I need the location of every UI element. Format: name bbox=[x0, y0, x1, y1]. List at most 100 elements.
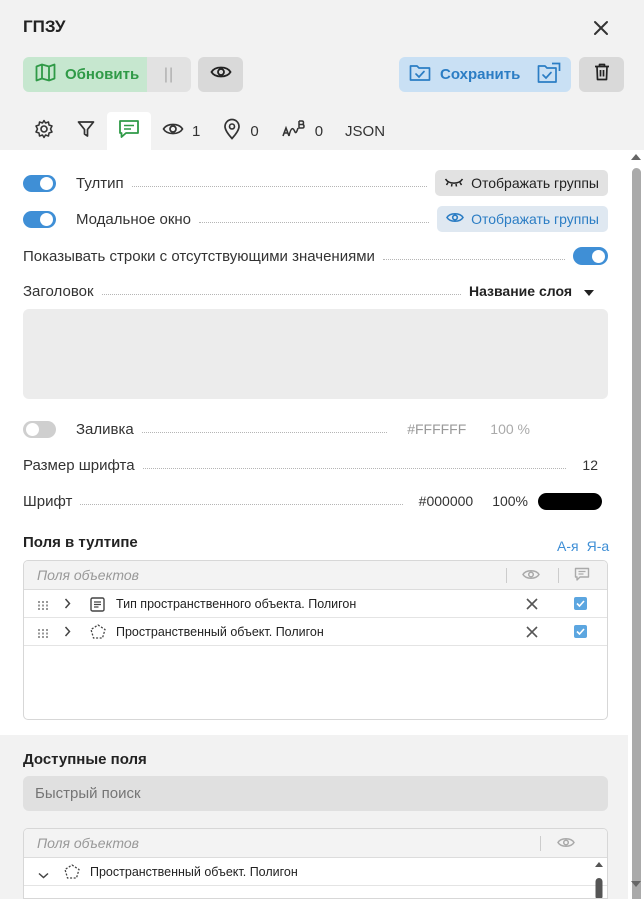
delete-button[interactable] bbox=[579, 57, 624, 92]
font-color-value[interactable]: #000000 bbox=[419, 493, 474, 509]
inner-scrollbar[interactable] bbox=[595, 861, 603, 898]
column-divider bbox=[506, 568, 507, 583]
show-empty-label: Показывать строки с отсутствующими значе… bbox=[23, 247, 375, 265]
eye-icon bbox=[446, 211, 465, 227]
column-divider bbox=[540, 836, 541, 851]
tooltip-groups-label: Отображать группы bbox=[471, 175, 599, 191]
table-row[interactable]: Тип пространственного объекта. Полигон bbox=[24, 590, 607, 618]
preview-button[interactable] bbox=[198, 57, 243, 92]
dotted-leader bbox=[131, 185, 428, 187]
tooltip-fields-table: Поля объектов Тип пространственного объе… bbox=[23, 560, 608, 720]
dotted-leader bbox=[382, 258, 565, 260]
trash-icon bbox=[594, 63, 610, 86]
available-fields-header: Поля объектов bbox=[24, 829, 607, 858]
dotted-leader bbox=[141, 431, 388, 433]
available-fields-title: Доступные поля bbox=[23, 751, 147, 768]
label-curve-icon bbox=[281, 119, 307, 143]
field-label: Пространственный объект. Полигон bbox=[116, 625, 324, 639]
polygon-icon bbox=[64, 864, 80, 882]
show-empty-toggle[interactable] bbox=[573, 247, 608, 265]
available-fields-table: Поля объектов Пространственный объект. П… bbox=[23, 828, 608, 899]
folder-save-as-icon[interactable] bbox=[537, 62, 561, 89]
chevron-right-icon[interactable] bbox=[64, 626, 71, 640]
modal-label: Модальное окно bbox=[76, 210, 192, 228]
table-row[interactable]: Пространственный объект. Полигон bbox=[24, 858, 607, 886]
tab-settings[interactable] bbox=[23, 112, 65, 150]
modal-groups-label: Отображать группы bbox=[471, 211, 599, 227]
tooltip-label: Тултип bbox=[76, 174, 124, 192]
gear-icon bbox=[34, 119, 54, 143]
heading-label: Заголовок bbox=[23, 282, 94, 300]
sort-za-button[interactable]: Я-а bbox=[587, 538, 610, 554]
chevron-down-icon[interactable] bbox=[38, 868, 49, 882]
polygon-icon bbox=[90, 624, 106, 642]
update-button-group: Обновить || bbox=[23, 57, 191, 92]
map-pin-icon bbox=[222, 118, 242, 144]
show-empty-row: Показывать строки с отсутствующими значе… bbox=[23, 244, 608, 268]
scroll-thumb[interactable] bbox=[632, 168, 641, 899]
fill-color-value[interactable]: #FFFFFF bbox=[407, 421, 466, 437]
heading-row: Заголовок Название слоя bbox=[23, 279, 608, 303]
modal-row: Модальное окно Отображать группы bbox=[23, 206, 608, 232]
eye-icon bbox=[522, 568, 540, 584]
panel-title: ГПЗУ bbox=[23, 17, 66, 36]
tab-labels[interactable]: 0 bbox=[270, 112, 334, 150]
modal-groups-button[interactable]: Отображать группы bbox=[437, 206, 608, 232]
tooltip-checkbox[interactable] bbox=[574, 625, 587, 638]
sort-controls: А-я Я-а bbox=[557, 538, 609, 554]
font-label: Шрифт bbox=[23, 492, 73, 510]
fill-label: Заливка bbox=[76, 420, 134, 438]
drag-handle-icon[interactable] bbox=[38, 599, 48, 613]
font-size-label: Размер шрифта bbox=[23, 456, 135, 474]
fill-opacity-value[interactable]: 100 % bbox=[490, 421, 530, 437]
visible-count: 1 bbox=[192, 122, 201, 140]
modal-toggle[interactable] bbox=[23, 210, 56, 228]
tab-json[interactable]: JSON bbox=[334, 112, 396, 150]
tab-filter[interactable] bbox=[65, 112, 107, 150]
map-icon bbox=[35, 63, 56, 86]
sort-az-button[interactable]: А-я bbox=[557, 538, 579, 554]
column-divider bbox=[558, 568, 559, 583]
close-icon[interactable] bbox=[590, 17, 612, 39]
dotted-leader bbox=[142, 467, 567, 469]
fields-header-label: Поля объектов bbox=[37, 835, 139, 851]
font-size-value[interactable]: 12 bbox=[582, 457, 598, 473]
eye-icon bbox=[557, 836, 575, 852]
heading-value: Название слоя bbox=[468, 283, 572, 299]
tabs-bar: 1 0 0 JSON bbox=[23, 112, 396, 150]
font-color-swatch[interactable] bbox=[538, 492, 602, 510]
font-size-row: Размер шрифта 12 bbox=[23, 453, 608, 477]
quick-search-input[interactable] bbox=[23, 776, 608, 811]
remove-icon[interactable] bbox=[526, 598, 538, 613]
field-label: Тип пространственного объекта. Полигон bbox=[116, 597, 357, 611]
dotted-leader bbox=[80, 503, 403, 505]
tab-visible[interactable]: 1 bbox=[151, 112, 211, 150]
heading-select[interactable]: Название слоя bbox=[469, 283, 594, 299]
location-count: 0 bbox=[250, 122, 259, 140]
message-icon bbox=[574, 567, 590, 585]
message-icon bbox=[118, 119, 140, 143]
chevron-right-icon[interactable] bbox=[64, 598, 71, 612]
table-row[interactable]: Пространственный объект. Полигон bbox=[24, 618, 607, 646]
tooltip-groups-button[interactable]: Отображать группы bbox=[435, 170, 608, 196]
pause-button[interactable]: || bbox=[147, 57, 191, 92]
dotted-leader bbox=[199, 221, 430, 223]
tab-tooltip[interactable] bbox=[107, 112, 151, 150]
heading-textarea[interactable] bbox=[23, 309, 608, 399]
fill-toggle[interactable] bbox=[23, 420, 56, 438]
font-opacity-value[interactable]: 100% bbox=[492, 493, 528, 509]
update-label: Обновить bbox=[65, 66, 140, 83]
update-button[interactable]: Обновить bbox=[23, 57, 147, 92]
save-button[interactable]: Сохранить bbox=[399, 57, 571, 92]
tab-location[interactable]: 0 bbox=[211, 112, 269, 150]
eye-icon bbox=[162, 121, 184, 141]
dotted-leader bbox=[101, 293, 461, 295]
pause-label: || bbox=[163, 65, 175, 83]
main-scrollbar[interactable] bbox=[629, 150, 644, 899]
drag-handle-icon[interactable] bbox=[38, 627, 48, 641]
remove-icon[interactable] bbox=[526, 626, 538, 641]
tooltip-toggle[interactable] bbox=[23, 174, 56, 192]
tooltip-checkbox[interactable] bbox=[574, 597, 587, 610]
fill-row: Заливка #FFFFFF 100 % bbox=[23, 417, 608, 441]
eye-icon bbox=[209, 64, 232, 85]
